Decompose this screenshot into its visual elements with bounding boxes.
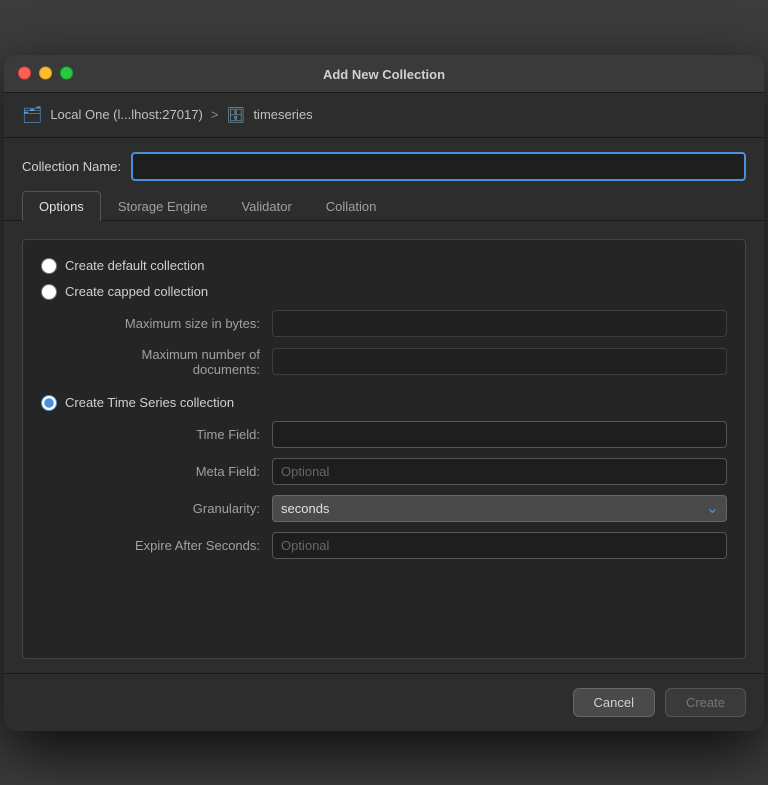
maximize-button[interactable] (60, 67, 73, 80)
tab-collation[interactable]: Collation (309, 191, 394, 221)
tab-options[interactable]: Options (22, 191, 101, 221)
max-size-label: Maximum size in bytes: (77, 316, 272, 331)
radio-timeseries-label: Create Time Series collection (65, 395, 234, 410)
minimize-button[interactable] (39, 67, 52, 80)
breadcrumb: 🗂 Local One (l...lhost:27017) > 🗄 timese… (4, 93, 764, 138)
add-collection-dialog: Add New Collection 🗂 Local One (l...lhos… (4, 55, 764, 731)
database-name: timeseries (253, 107, 312, 122)
title-bar: Add New Collection (4, 55, 764, 93)
time-field-input[interactable] (272, 421, 727, 448)
create-button[interactable]: Create (665, 688, 746, 717)
radio-default[interactable] (41, 258, 57, 274)
close-button[interactable] (18, 67, 31, 80)
radio-capped-row: Create capped collection (41, 284, 727, 300)
max-docs-label: Maximum number of documents: (77, 347, 272, 377)
tab-content: Create default collection Create capped … (4, 221, 764, 673)
expire-row: Expire After Seconds: (41, 532, 727, 559)
radio-timeseries-row: Create Time Series collection (41, 395, 727, 411)
dialog-title: Add New Collection (323, 67, 445, 82)
max-docs-row: Maximum number of documents: (41, 347, 727, 377)
connection-name: Local One (l...lhost:27017) (50, 107, 202, 122)
meta-field-label: Meta Field: (77, 464, 272, 479)
tab-storage-engine[interactable]: Storage Engine (101, 191, 225, 221)
granularity-label: Granularity: (77, 501, 272, 516)
max-size-row: Maximum size in bytes: (41, 310, 727, 337)
radio-capped[interactable] (41, 284, 57, 300)
cancel-button[interactable]: Cancel (573, 688, 655, 717)
options-panel: Create default collection Create capped … (22, 239, 746, 659)
max-size-input[interactable] (272, 310, 727, 337)
radio-default-row: Create default collection (41, 258, 727, 274)
collection-name-label: Collection Name: (22, 159, 121, 174)
tabs-bar: Options Storage Engine Validator Collati… (4, 191, 764, 221)
expire-label: Expire After Seconds: (77, 538, 272, 553)
footer: Cancel Create (4, 673, 764, 731)
meta-field-input[interactable] (272, 458, 727, 485)
max-docs-input[interactable] (272, 348, 727, 375)
tab-validator[interactable]: Validator (224, 191, 308, 221)
expire-input[interactable] (272, 532, 727, 559)
granularity-row: Granularity: seconds minutes hours ⌄ (41, 495, 727, 522)
breadcrumb-separator: > (211, 107, 219, 122)
traffic-lights (18, 67, 73, 80)
time-field-label: Time Field: (77, 427, 272, 442)
database-icon: 🗄 (226, 106, 245, 124)
collection-name-row: Collection Name: (4, 138, 764, 191)
time-field-row: Time Field: (41, 421, 727, 448)
radio-timeseries[interactable] (41, 395, 57, 411)
collection-name-input[interactable] (131, 152, 746, 181)
granularity-select[interactable]: seconds minutes hours (272, 495, 727, 522)
granularity-select-wrapper: seconds minutes hours ⌄ (272, 495, 727, 522)
radio-capped-label: Create capped collection (65, 284, 208, 299)
meta-field-row: Meta Field: (41, 458, 727, 485)
connection-icon: 🗂 (22, 105, 42, 125)
radio-default-label: Create default collection (65, 258, 204, 273)
